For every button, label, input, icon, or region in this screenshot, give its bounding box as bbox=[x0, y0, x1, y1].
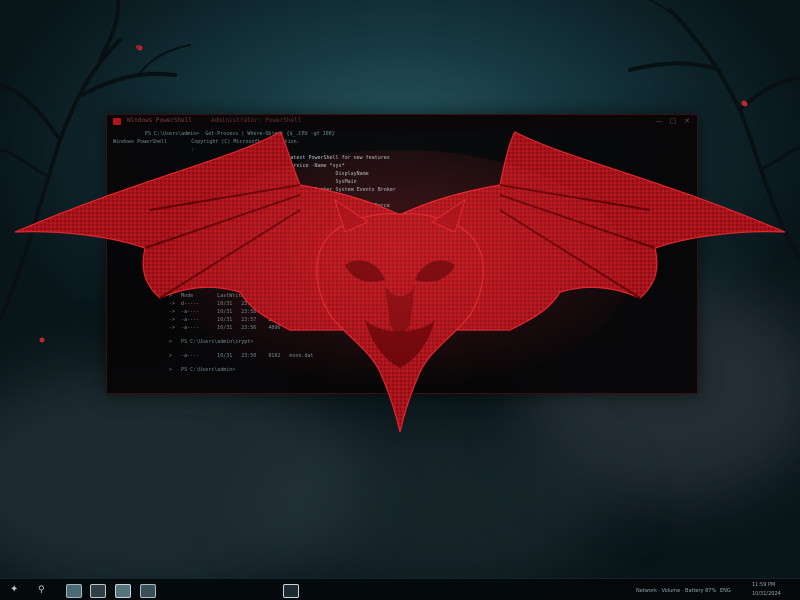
terminal-line: : bbox=[113, 147, 195, 153]
terminal-line: PS C:\> bbox=[173, 227, 273, 233]
terminal-line: PS C:\> Import-Module .\dark-theme.psm1 … bbox=[173, 203, 390, 209]
terminal-line: PS C:\> Set-Theme -Name 'Nosferatu' -Acc… bbox=[173, 211, 393, 217]
terminal-line: Running SysMain SysMain bbox=[173, 179, 357, 185]
terminal-line: > PS C:\Users\admin> bbox=[163, 367, 236, 373]
terminal-titlebar[interactable]: Windows PowerShell Administrator: PowerS… bbox=[107, 115, 697, 129]
red-eye-spark bbox=[137, 45, 143, 51]
terminal-line: Install the latest PowerShell for new fe… bbox=[173, 155, 390, 161]
search-icon[interactable]: ⚲ bbox=[38, 583, 45, 597]
terminal-output[interactable]: PS C:\Users\admin> Get-Process | Where-O… bbox=[113, 131, 691, 389]
terminal-line: Status Name DisplayName bbox=[173, 171, 369, 177]
fog-bottom-left bbox=[0, 360, 360, 600]
terminal-window[interactable]: Windows PowerShell Administrator: PowerS… bbox=[106, 114, 698, 394]
tray-date[interactable]: 10/31/2024 bbox=[752, 591, 781, 597]
terminal-line: Running SystemEventsBroker System Events… bbox=[173, 187, 396, 193]
maximize-button[interactable]: □ bbox=[667, 116, 679, 127]
tray-time[interactable]: 11:59 PM bbox=[752, 582, 775, 588]
start-icon[interactable]: ✦ bbox=[10, 583, 18, 597]
taskbar[interactable]: ✦ ⚲ Network · Volume · Battery 87% ENG 1… bbox=[0, 578, 800, 600]
minimize-button[interactable]: — bbox=[653, 116, 665, 127]
terminal-line: -> -a---- 10/31 23:56 4096 shadow.log bbox=[163, 325, 320, 331]
terminal-line: -> -a---- 10/31 23:58 1024 crypt.ps1 bbox=[163, 309, 317, 315]
settings-icon[interactable] bbox=[140, 584, 156, 598]
tray-language[interactable]: ENG bbox=[720, 588, 731, 594]
terminal-line: Theme applied successfully. bbox=[173, 219, 333, 225]
tray-notifications[interactable]: Network · Volume · Battery 87% bbox=[636, 588, 716, 594]
browser-icon[interactable] bbox=[115, 584, 131, 598]
powershell-icon bbox=[113, 118, 121, 125]
terminal-line: -> d----- 10/31 23:59 bats bbox=[163, 301, 302, 307]
terminal-line: PS C:\> Get-Service -Name *sys* bbox=[173, 163, 345, 169]
close-button[interactable]: ✕ bbox=[681, 116, 693, 127]
terminal-tab-admin[interactable]: Administrator: PowerShell bbox=[211, 117, 301, 124]
desktop[interactable]: Windows PowerShell Administrator: PowerS… bbox=[0, 0, 800, 600]
terminal-line: > PS C:\Users\admin\crypt> bbox=[163, 339, 254, 345]
fog-bottom-center bbox=[250, 420, 610, 590]
terminal-line: > Mode LastWriteTime Length Name bbox=[163, 293, 302, 299]
terminal-line: -> -a---- 10/31 23:57 2048 night.cfg bbox=[163, 317, 317, 323]
red-eye-spark bbox=[741, 100, 747, 106]
task-view-icon[interactable] bbox=[283, 584, 299, 598]
terminal-line: > -a---- 10/31 23:50 8192 moon.dat bbox=[163, 353, 314, 359]
terminal-line: PS C:\Users\admin> Get-Process | Where-O… bbox=[145, 131, 335, 137]
file-explorer-icon[interactable] bbox=[66, 584, 82, 598]
terminal-title: Windows PowerShell bbox=[127, 117, 193, 124]
terminal-taskbar-icon[interactable] bbox=[90, 584, 106, 598]
terminal-line: Windows PowerShell Copyright (C) Microso… bbox=[113, 139, 300, 145]
